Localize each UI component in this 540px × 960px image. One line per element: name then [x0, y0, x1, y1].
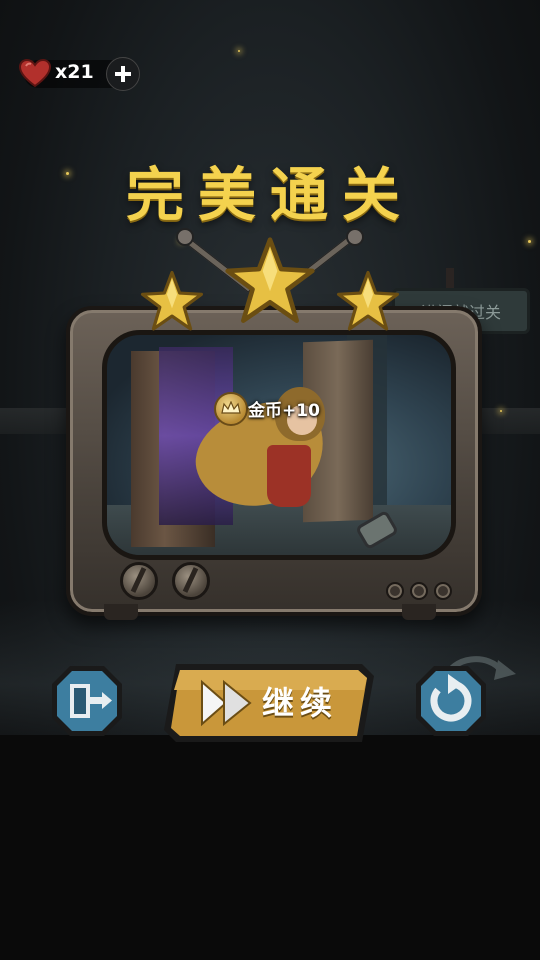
star-icon: [336, 270, 400, 331]
tv-button: [386, 582, 404, 600]
tv-button: [410, 582, 428, 600]
continue-label: 继续: [262, 684, 339, 722]
heart-icon: [18, 58, 52, 88]
tv-button: [434, 582, 452, 600]
exit-door-icon: [52, 666, 122, 736]
firefly: [528, 240, 531, 243]
tv-foot: [104, 604, 138, 620]
lives-count: x21: [55, 61, 94, 83]
tv-foot: [402, 604, 436, 620]
tv-antenna-ball: [176, 228, 194, 246]
tv-screen: [102, 330, 456, 560]
crown-coin-icon: [214, 392, 248, 426]
fast-forward-icon: [201, 679, 252, 727]
continue-button[interactable]: 继续: [162, 660, 376, 746]
exit-button[interactable]: [48, 662, 126, 740]
level-complete-screen: x21 完美通关 进门就过关: [0, 0, 540, 960]
star-icon: [225, 237, 315, 323]
tv-frame: [66, 306, 482, 616]
replay-button[interactable]: [412, 662, 490, 740]
tv-antenna-ball: [346, 228, 364, 246]
tv-knob: [172, 562, 210, 600]
add-lives-button[interactable]: [106, 57, 140, 91]
firefly: [500, 410, 502, 412]
floor: [0, 735, 540, 960]
page-title: 完美通关: [125, 161, 414, 229]
firefly: [238, 50, 240, 52]
plus-icon: [115, 66, 131, 82]
lives-counter: x21: [14, 56, 140, 91]
scene-girl-dress: [267, 445, 311, 507]
tv-knob: [120, 562, 158, 600]
replay-icon: [416, 666, 486, 736]
star-icon: [140, 270, 204, 331]
reward-label: 金币+10: [248, 401, 320, 421]
